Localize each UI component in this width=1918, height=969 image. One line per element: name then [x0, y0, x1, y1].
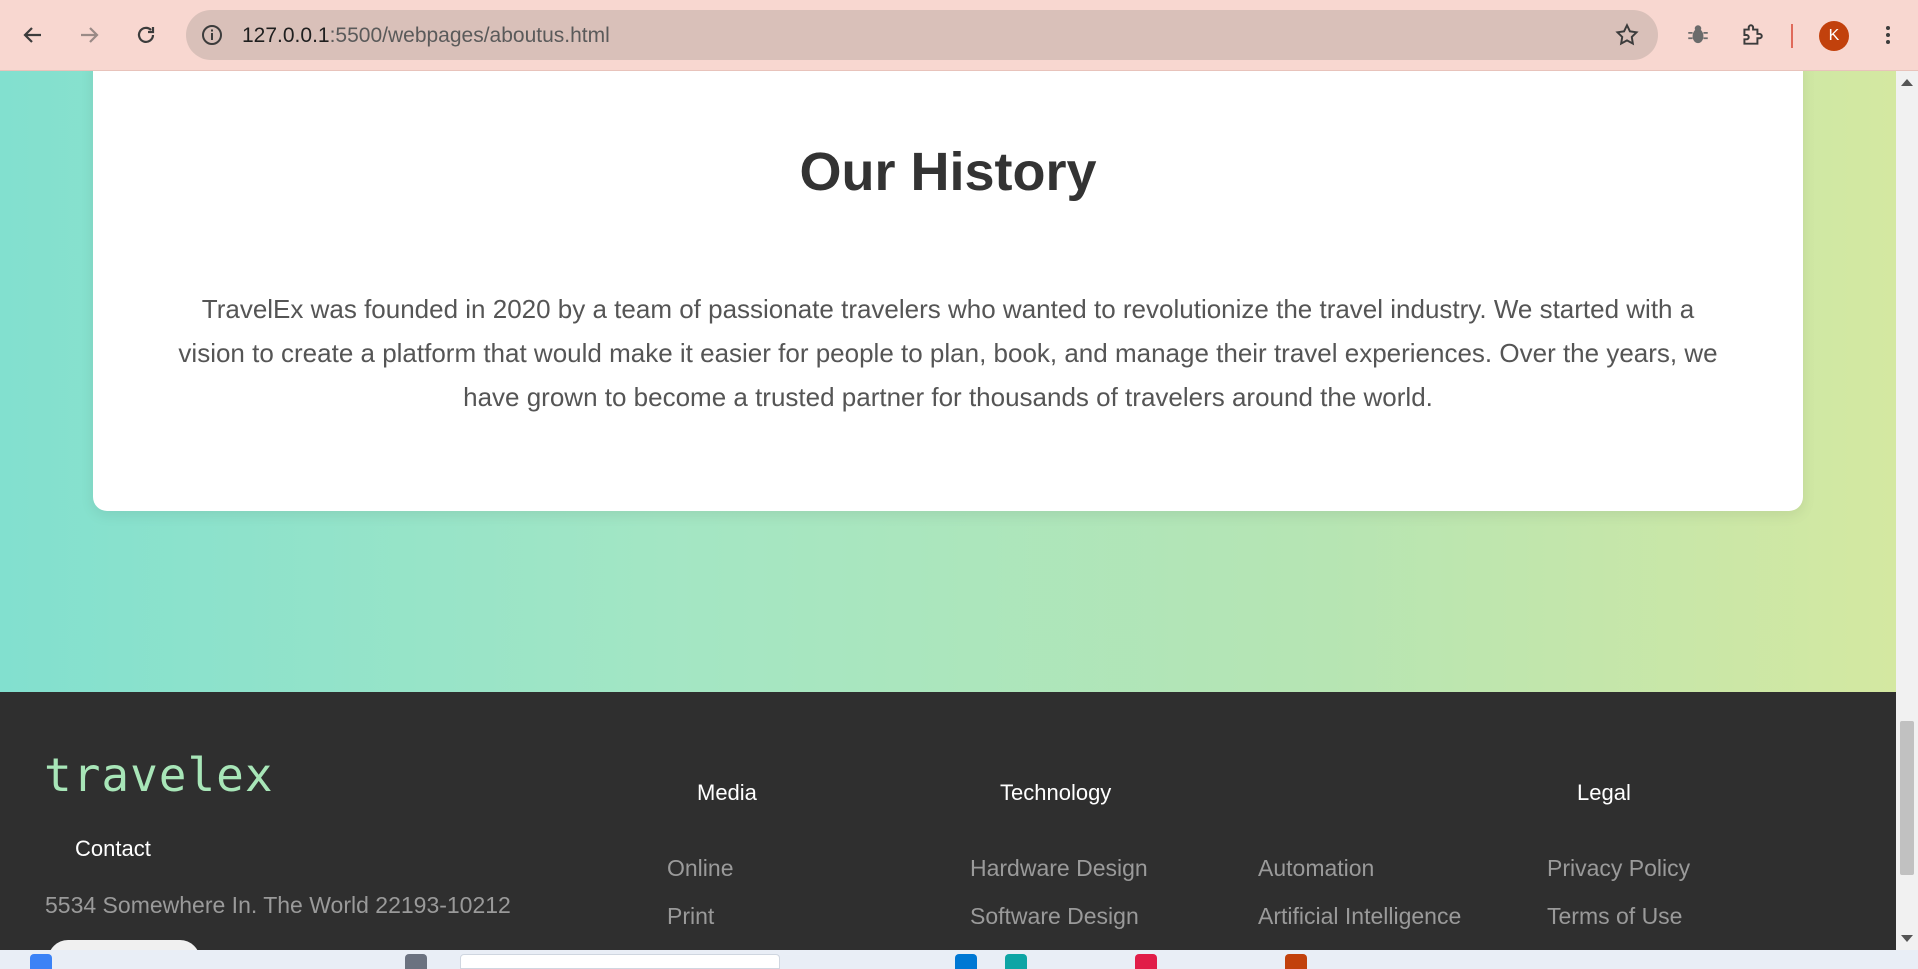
- kebab-menu-icon: [1886, 26, 1890, 44]
- footer-link-software-design[interactable]: Software Design: [970, 903, 1139, 930]
- reload-button[interactable]: [128, 17, 164, 53]
- puzzle-icon: [1743, 24, 1763, 45]
- forward-button[interactable]: [71, 17, 107, 53]
- arrow-right-icon: [81, 27, 99, 43]
- legal-heading: Legal: [1577, 780, 1631, 805]
- os-taskbar: [0, 950, 1918, 969]
- footer-link-artificial-intelligence[interactable]: Artificial Intelligence: [1258, 903, 1461, 930]
- history-title: Our History: [799, 142, 1097, 202]
- taskbar-search-box[interactable]: [460, 954, 780, 969]
- history-body: TravelEx was founded in 2020 by a team o…: [178, 294, 1718, 412]
- extensions-button[interactable]: [1737, 20, 1767, 50]
- page-scrollbar[interactable]: [1896, 71, 1918, 950]
- footer-link-automation[interactable]: Automation: [1258, 855, 1374, 882]
- back-button[interactable]: [15, 17, 51, 53]
- taskbar-app-icon[interactable]: [1135, 954, 1157, 969]
- contact-address: 5534 Somewhere In. The World 22193-10212: [45, 892, 511, 918]
- site-footer: travelex Contact 5534 Somewhere In. The …: [0, 692, 1896, 950]
- url-text[interactable]: 127.0.0.1:5500/webpages/aboutus.html: [242, 24, 610, 48]
- footer-link-terms-of-use[interactable]: Terms of Use: [1547, 903, 1682, 930]
- contact-heading: Contact: [75, 836, 151, 861]
- start-icon[interactable]: [30, 954, 52, 969]
- page-viewport: Our History TravelEx was founded in 2020…: [0, 71, 1896, 950]
- taskview-icon[interactable]: [405, 954, 427, 969]
- footer-pill-button[interactable]: [48, 940, 200, 950]
- footer-link-hardware-design[interactable]: Hardware Design: [970, 855, 1148, 882]
- footer-logo[interactable]: travelex: [44, 748, 274, 802]
- bug-icon: [1688, 25, 1708, 44]
- history-section: Our History TravelEx was founded in 2020…: [0, 71, 1896, 692]
- browser-toolbar: 127.0.0.1:5500/webpages/aboutus.html K: [0, 0, 1918, 71]
- url-host: 127.0.0.1: [242, 24, 330, 47]
- info-icon[interactable]: [200, 23, 224, 47]
- scroll-down-arrow-icon[interactable]: [1901, 935, 1913, 942]
- footer-link-privacy-policy[interactable]: Privacy Policy: [1547, 855, 1690, 882]
- taskbar-app-icon[interactable]: [1005, 954, 1027, 969]
- address-bar[interactable]: 127.0.0.1:5500/webpages/aboutus.html: [186, 10, 1658, 60]
- technology-heading: Technology: [1000, 780, 1112, 805]
- toolbar-divider: [1791, 24, 1793, 48]
- extension-bug-button[interactable]: [1683, 20, 1713, 50]
- scrollbar-thumb[interactable]: [1900, 721, 1914, 875]
- arrow-left-icon: [23, 27, 41, 43]
- url-path: :5500/webpages/aboutus.html: [329, 24, 610, 47]
- menu-button[interactable]: [1873, 20, 1903, 50]
- footer-link-print[interactable]: Print: [667, 903, 714, 930]
- media-heading: Media: [697, 780, 757, 805]
- profile-avatar[interactable]: K: [1819, 21, 1849, 51]
- footer-link-online[interactable]: Online: [667, 855, 733, 882]
- taskbar-app-icon[interactable]: [1285, 954, 1307, 969]
- scroll-up-arrow-icon[interactable]: [1901, 79, 1913, 86]
- bookmark-star-icon[interactable]: [1614, 22, 1640, 48]
- history-card: Our History TravelEx was founded in 2020…: [93, 71, 1803, 511]
- reload-icon: [137, 26, 155, 43]
- taskbar-app-icon[interactable]: [955, 954, 977, 969]
